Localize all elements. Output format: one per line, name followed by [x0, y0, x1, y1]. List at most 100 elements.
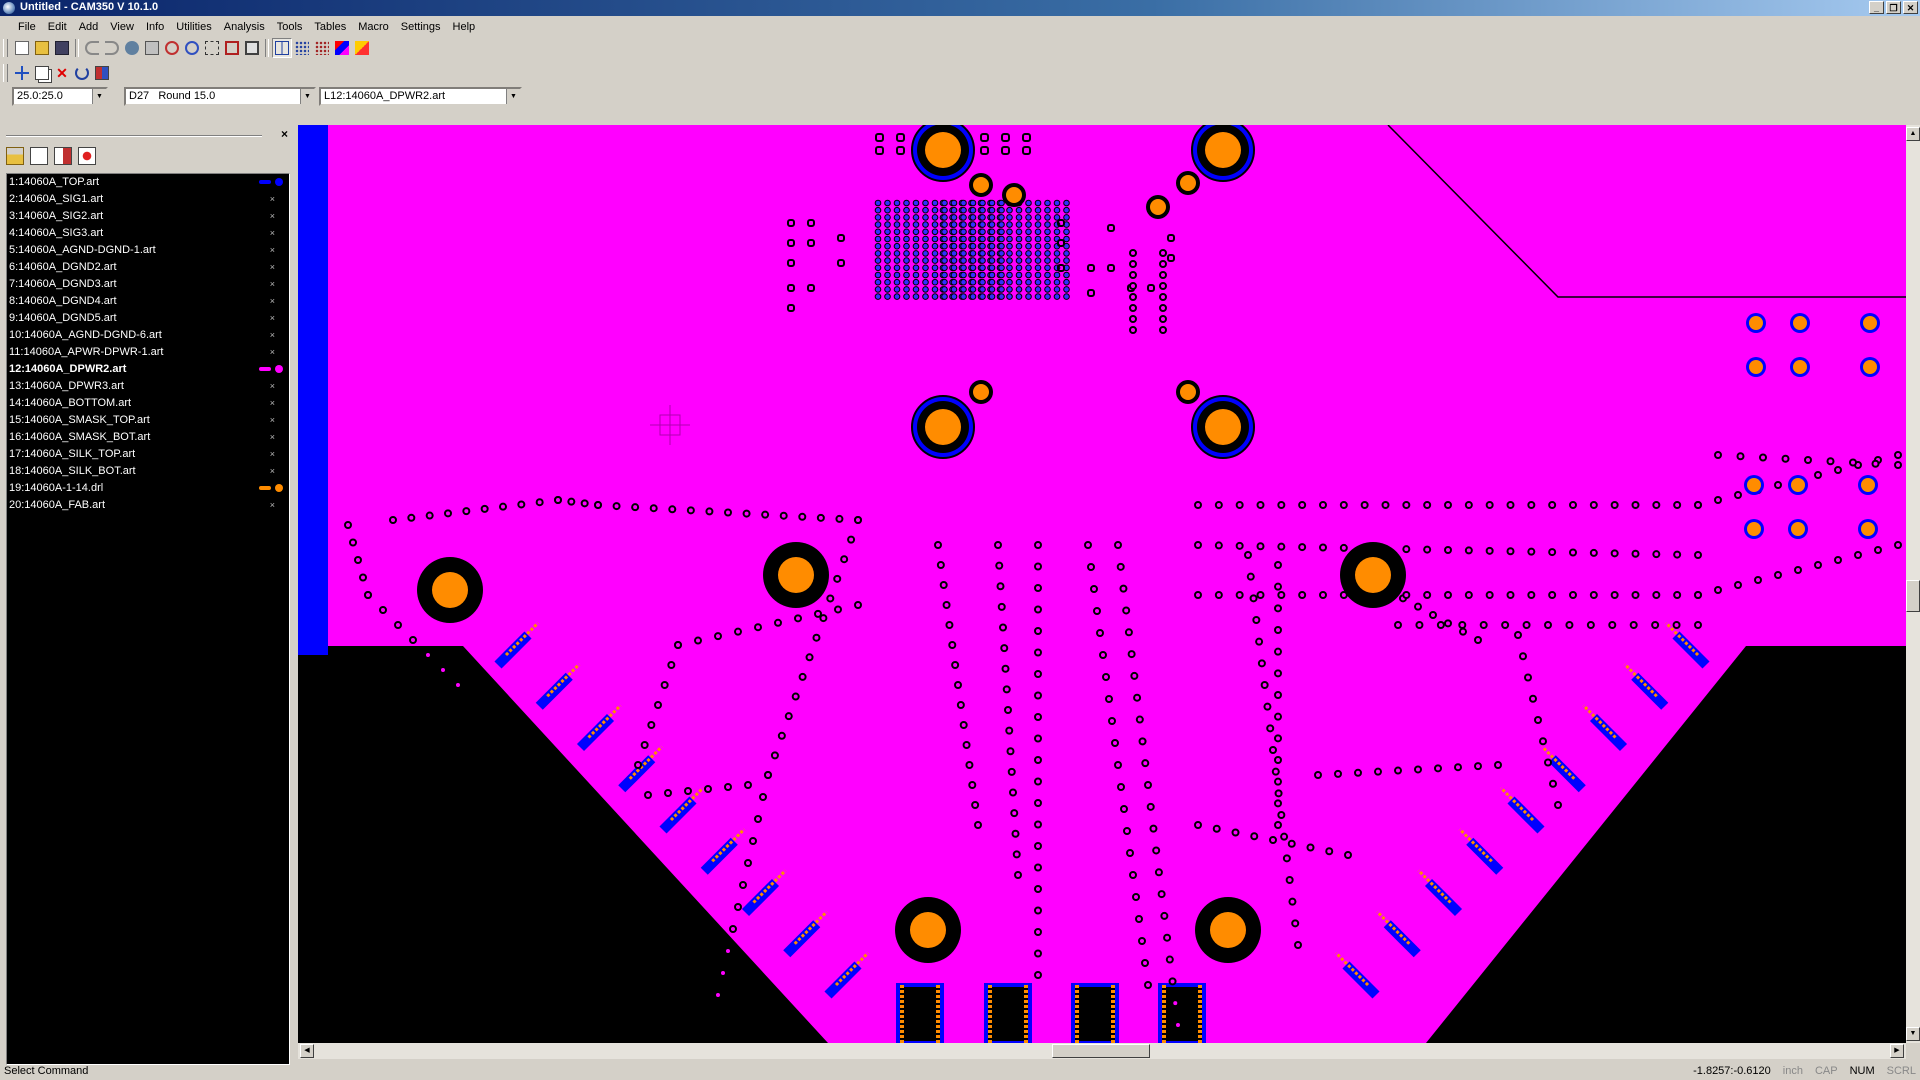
layer-hidden-icon[interactable]: ×: [270, 293, 275, 310]
layer-row[interactable]: 1:14060A_TOP.art: [7, 174, 289, 191]
delete-icon[interactable]: ✕: [52, 63, 72, 83]
layer-hidden-icon[interactable]: ×: [270, 327, 275, 344]
mirror-icon[interactable]: [92, 63, 112, 83]
chevron-down-icon[interactable]: ▼: [506, 89, 520, 104]
scroll-right-icon[interactable]: ▶: [1890, 1044, 1904, 1058]
layer-list[interactable]: 1:14060A_TOP.art 2:14060A_SIG1.art × 3:1406…: [6, 173, 290, 1065]
layer-row[interactable]: 14:14060A_BOTTOM.art ×: [7, 395, 289, 412]
move-icon[interactable]: [12, 63, 32, 83]
vertical-scrollbar[interactable]: ▲ ▼: [1906, 125, 1920, 1043]
close-button[interactable]: ✕: [1903, 1, 1918, 14]
menu-file[interactable]: File: [12, 21, 42, 33]
menu-add[interactable]: Add: [73, 21, 105, 33]
layer-open-icon[interactable]: [6, 147, 24, 165]
layer-hidden-icon[interactable]: ×: [270, 395, 275, 412]
scroll-down-icon[interactable]: ▼: [1906, 1027, 1920, 1041]
layer-row[interactable]: 10:14060A_AGND-DGND-6.art ×: [7, 327, 289, 344]
layer-hidden-icon[interactable]: ×: [270, 191, 275, 208]
layer-hidden-icon[interactable]: ×: [270, 208, 275, 225]
chevron-down-icon[interactable]: ▼: [92, 89, 106, 104]
swap-layers-icon[interactable]: [352, 38, 372, 58]
layer-row[interactable]: 7:14060A_DGND3.art ×: [7, 276, 289, 293]
layer-color-swatch[interactable]: [259, 484, 283, 492]
layer-hidden-icon[interactable]: ×: [270, 344, 275, 361]
toolbar-grip[interactable]: [3, 39, 8, 57]
layer-hidden-icon[interactable]: ×: [270, 225, 275, 242]
pcb-canvas[interactable]: [298, 125, 1906, 1043]
layer-row[interactable]: 3:14060A_SIG2.art ×: [7, 208, 289, 225]
menu-analysis[interactable]: Analysis: [218, 21, 271, 33]
menu-info[interactable]: Info: [140, 21, 170, 33]
zoom-previous-icon[interactable]: [242, 38, 262, 58]
layer-row[interactable]: 16:14060A_SMASK_BOT.art ×: [7, 429, 289, 446]
grid-dots-icon[interactable]: [292, 38, 312, 58]
menu-settings[interactable]: Settings: [395, 21, 447, 33]
maximize-button[interactable]: ❐: [1886, 1, 1901, 14]
layer-hidden-icon[interactable]: ×: [270, 497, 275, 514]
scroll-left-icon[interactable]: ◀: [300, 1044, 314, 1058]
panel-close-icon[interactable]: ×: [281, 127, 288, 141]
layer-row[interactable]: 20:14060A_FAB.art ×: [7, 497, 289, 514]
pcb-drawing[interactable]: [298, 125, 1906, 1043]
layer-settings-icon[interactable]: [54, 147, 72, 165]
horizontal-scrollbar[interactable]: ◀ ▶: [298, 1043, 1906, 1059]
layer-hidden-icon[interactable]: ×: [270, 446, 275, 463]
open-folder-icon[interactable]: [32, 38, 52, 58]
layer-remove-icon[interactable]: [78, 147, 96, 165]
zoom-all-icon[interactable]: [222, 38, 242, 58]
menu-tables[interactable]: Tables: [308, 21, 352, 33]
menu-edit[interactable]: Edit: [42, 21, 73, 33]
layer-row[interactable]: 12:14060A_DPWR2.art: [7, 361, 289, 378]
layer-select[interactable]: L12:14060A_DPWR2.art ▼: [319, 87, 522, 106]
layer-colors-icon[interactable]: [332, 38, 352, 58]
layer-row[interactable]: 17:14060A_SILK_TOP.art ×: [7, 446, 289, 463]
rotate-icon[interactable]: [72, 63, 92, 83]
grid-display-icon[interactable]: [312, 38, 332, 58]
menu-utilities[interactable]: Utilities: [170, 21, 217, 33]
zoom-window-icon[interactable]: [202, 38, 222, 58]
scroll-up-icon[interactable]: ▲: [1906, 127, 1920, 141]
layer-hidden-icon[interactable]: ×: [270, 259, 275, 276]
toolbar-grip-2[interactable]: [3, 64, 8, 82]
undo-icon[interactable]: [82, 38, 102, 58]
layer-row[interactable]: 9:14060A_DGND5.art ×: [7, 310, 289, 327]
layer-hidden-icon[interactable]: ×: [270, 310, 275, 327]
layer-row[interactable]: 8:14060A_DGND4.art ×: [7, 293, 289, 310]
layer-hidden-icon[interactable]: ×: [270, 242, 275, 259]
print-icon[interactable]: [142, 38, 162, 58]
vertical-scroll-thumb[interactable]: [1906, 580, 1920, 612]
app-icon[interactable]: [3, 2, 15, 14]
menu-help[interactable]: Help: [447, 21, 482, 33]
layer-hidden-icon[interactable]: ×: [270, 429, 275, 446]
layer-color-swatch[interactable]: [259, 178, 283, 186]
layer-row[interactable]: 4:14060A_SIG3.art ×: [7, 225, 289, 242]
layer-row[interactable]: 11:14060A_APWR-DPWR-1.art ×: [7, 344, 289, 361]
aperture-select[interactable]: D27 Round 15.0 ▼: [124, 87, 316, 106]
layer-row[interactable]: 6:14060A_DGND2.art ×: [7, 259, 289, 276]
minimize-button[interactable]: _: [1869, 1, 1884, 14]
zoom-in-icon[interactable]: [162, 38, 182, 58]
redo-icon[interactable]: [102, 38, 122, 58]
layer-color-swatch[interactable]: [259, 365, 283, 373]
snap-grid-icon[interactable]: [272, 38, 292, 58]
save-icon[interactable]: [52, 38, 72, 58]
menu-macro[interactable]: Macro: [352, 21, 395, 33]
layer-row[interactable]: 5:14060A_AGND-DGND-1.art ×: [7, 242, 289, 259]
chevron-down-icon[interactable]: ▼: [300, 89, 314, 104]
horizontal-scroll-thumb[interactable]: [1052, 1044, 1150, 1058]
new-file-icon[interactable]: [12, 38, 32, 58]
grid-select[interactable]: 25.0:25.0 ▼: [12, 87, 108, 106]
layer-add-icon[interactable]: [30, 147, 48, 165]
layer-row[interactable]: 19:14060A-1-14.drl: [7, 480, 289, 497]
menu-view[interactable]: View: [104, 21, 140, 33]
layer-hidden-icon[interactable]: ×: [270, 463, 275, 480]
layer-row[interactable]: 2:14060A_SIG1.art ×: [7, 191, 289, 208]
copy-icon[interactable]: [32, 63, 52, 83]
redraw-icon[interactable]: [122, 38, 142, 58]
layer-hidden-icon[interactable]: ×: [270, 276, 275, 293]
menu-tools[interactable]: Tools: [271, 21, 309, 33]
layer-row[interactable]: 18:14060A_SILK_BOT.art ×: [7, 463, 289, 480]
layer-hidden-icon[interactable]: ×: [270, 378, 275, 395]
layer-hidden-icon[interactable]: ×: [270, 412, 275, 429]
layer-row[interactable]: 13:14060A_DPWR3.art ×: [7, 378, 289, 395]
